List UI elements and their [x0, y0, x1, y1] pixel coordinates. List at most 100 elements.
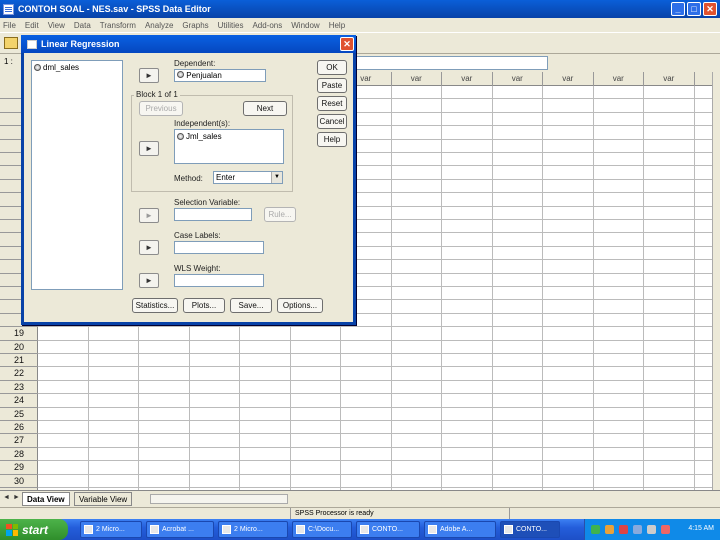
vertical-scrollbar[interactable]: [712, 72, 720, 490]
task-conto-1[interactable]: CONTO...: [356, 521, 420, 538]
tray-update-icon[interactable]: [661, 525, 670, 534]
list-item[interactable]: dml_sales: [34, 63, 120, 72]
tab-scroll-right-icon[interactable]: ►: [13, 494, 20, 501]
row-header[interactable]: 28: [0, 448, 38, 462]
tray-shield-icon[interactable]: [605, 525, 614, 534]
column-header[interactable]: var: [493, 72, 543, 86]
open-folder-icon[interactable]: [4, 37, 18, 49]
start-button[interactable]: start: [0, 519, 68, 540]
list-item[interactable]: Jml_sales: [177, 132, 281, 141]
move-to-wls-button[interactable]: ►: [139, 273, 159, 288]
task-acrobat[interactable]: Acrobat ...: [146, 521, 214, 538]
row-header[interactable]: 27: [0, 434, 38, 448]
source-variable-list[interactable]: dml_sales: [31, 60, 123, 290]
independents-list[interactable]: Jml_sales: [174, 129, 284, 164]
taskbar: start 2 Micro... Acrobat ... 2 Micro... …: [0, 519, 720, 540]
menu-graphs[interactable]: Graphs: [182, 21, 208, 30]
grid-column-line: [441, 86, 442, 490]
main-title-bar: CONTOH SOAL - NES.sav - SPSS Data Editor…: [0, 0, 720, 18]
row-header[interactable]: 23: [0, 381, 38, 395]
maximize-button[interactable]: □: [687, 2, 701, 16]
dialog-icon: [27, 39, 37, 49]
move-to-case-labels-button[interactable]: ►: [139, 240, 159, 255]
tab-scroll-left-icon[interactable]: ◄: [3, 494, 10, 501]
tab-data-view[interactable]: Data View: [22, 492, 70, 506]
tray-volume-icon[interactable]: [633, 525, 642, 534]
reset-button[interactable]: Reset: [317, 96, 347, 111]
tray-network-icon[interactable]: [591, 525, 600, 534]
grid-column-line: [643, 86, 644, 490]
acrobat-icon: [150, 525, 159, 534]
column-header[interactable]: var: [392, 72, 442, 86]
row-header[interactable]: 24: [0, 394, 38, 408]
help-button[interactable]: Help: [317, 132, 347, 147]
grid-column-line: [542, 86, 543, 490]
window-controls: _ □ ✕: [671, 2, 717, 16]
column-header[interactable]: var: [594, 72, 644, 86]
menu-help[interactable]: Help: [329, 21, 345, 30]
minimize-button[interactable]: _: [671, 2, 685, 16]
grid-column-line: [592, 86, 594, 490]
method-select[interactable]: Enter ▼: [213, 171, 283, 184]
row-header[interactable]: 25: [0, 408, 38, 421]
menu-data[interactable]: Data: [74, 21, 91, 30]
plots-button[interactable]: Plots...: [183, 298, 225, 313]
dependent-field[interactable]: Penjualan: [174, 69, 266, 82]
statistics-button[interactable]: Statistics...: [132, 298, 178, 313]
row-header[interactable]: 26: [0, 421, 38, 435]
selection-variable-label: Selection Variable:: [174, 198, 241, 207]
dialog-close-button[interactable]: ✕: [340, 37, 354, 51]
grid-column-line: [491, 86, 493, 490]
row-header[interactable]: 21: [0, 354, 38, 368]
menu-edit[interactable]: Edit: [25, 21, 39, 30]
cancel-button[interactable]: Cancel: [317, 114, 347, 129]
close-window-button[interactable]: ✕: [703, 2, 717, 16]
word-icon: [222, 525, 231, 534]
wls-weight-field[interactable]: [174, 274, 264, 287]
move-to-selection-button[interactable]: ►: [139, 208, 159, 223]
row-header[interactable]: 29: [0, 461, 38, 475]
row-header[interactable]: 20: [0, 341, 38, 354]
column-header[interactable]: var: [695, 72, 713, 86]
tray-monitor-icon[interactable]: [647, 525, 656, 534]
task-adobe[interactable]: Adobe A...: [424, 521, 496, 538]
menu-addons[interactable]: Add-ons: [252, 21, 282, 30]
save-button[interactable]: Save...: [230, 298, 272, 313]
task-folder[interactable]: C:\Docu...: [292, 521, 352, 538]
selection-variable-field[interactable]: [174, 208, 252, 221]
paste-button[interactable]: Paste: [317, 78, 347, 93]
move-to-dependent-button[interactable]: ►: [139, 68, 159, 83]
horizontal-scrollbar[interactable]: [150, 494, 288, 504]
ok-button[interactable]: OK: [317, 60, 347, 75]
case-labels-field[interactable]: [174, 241, 264, 254]
column-header[interactable]: var: [442, 72, 493, 86]
tab-variable-view[interactable]: Variable View: [74, 492, 133, 506]
rule-button[interactable]: Rule...: [264, 207, 296, 222]
previous-block-button[interactable]: Previous: [139, 101, 183, 116]
column-header[interactable]: var: [543, 72, 594, 86]
task-word-1[interactable]: 2 Micro...: [80, 521, 142, 538]
task-conto-2[interactable]: CONTO...: [500, 521, 560, 538]
row-header[interactable]: 22: [0, 367, 38, 381]
column-header[interactable]: var: [644, 72, 695, 86]
menu-transform[interactable]: Transform: [100, 21, 136, 30]
task-word-2[interactable]: 2 Micro...: [218, 521, 288, 538]
menu-file[interactable]: File: [3, 21, 16, 30]
options-button[interactable]: Options...: [277, 298, 323, 313]
dependent-label: Dependent:: [174, 59, 216, 68]
grid-column-line: [693, 86, 695, 490]
row-header[interactable]: 19: [0, 327, 38, 341]
cell-value-field[interactable]: [352, 56, 548, 70]
next-block-button[interactable]: Next: [243, 101, 287, 116]
chevron-down-icon[interactable]: ▼: [271, 172, 282, 183]
grid-row-line: [38, 379, 712, 381]
row-header[interactable]: 30: [0, 475, 38, 488]
menu-view[interactable]: View: [48, 21, 65, 30]
menu-analyze[interactable]: Analyze: [145, 21, 173, 30]
dialog-title: Linear Regression: [41, 39, 120, 49]
menu-utilities[interactable]: Utilities: [218, 21, 244, 30]
start-label: start: [22, 522, 49, 537]
menu-window[interactable]: Window: [291, 21, 319, 30]
tray-antivirus-icon[interactable]: [619, 525, 628, 534]
move-to-independents-button[interactable]: ►: [139, 141, 159, 156]
